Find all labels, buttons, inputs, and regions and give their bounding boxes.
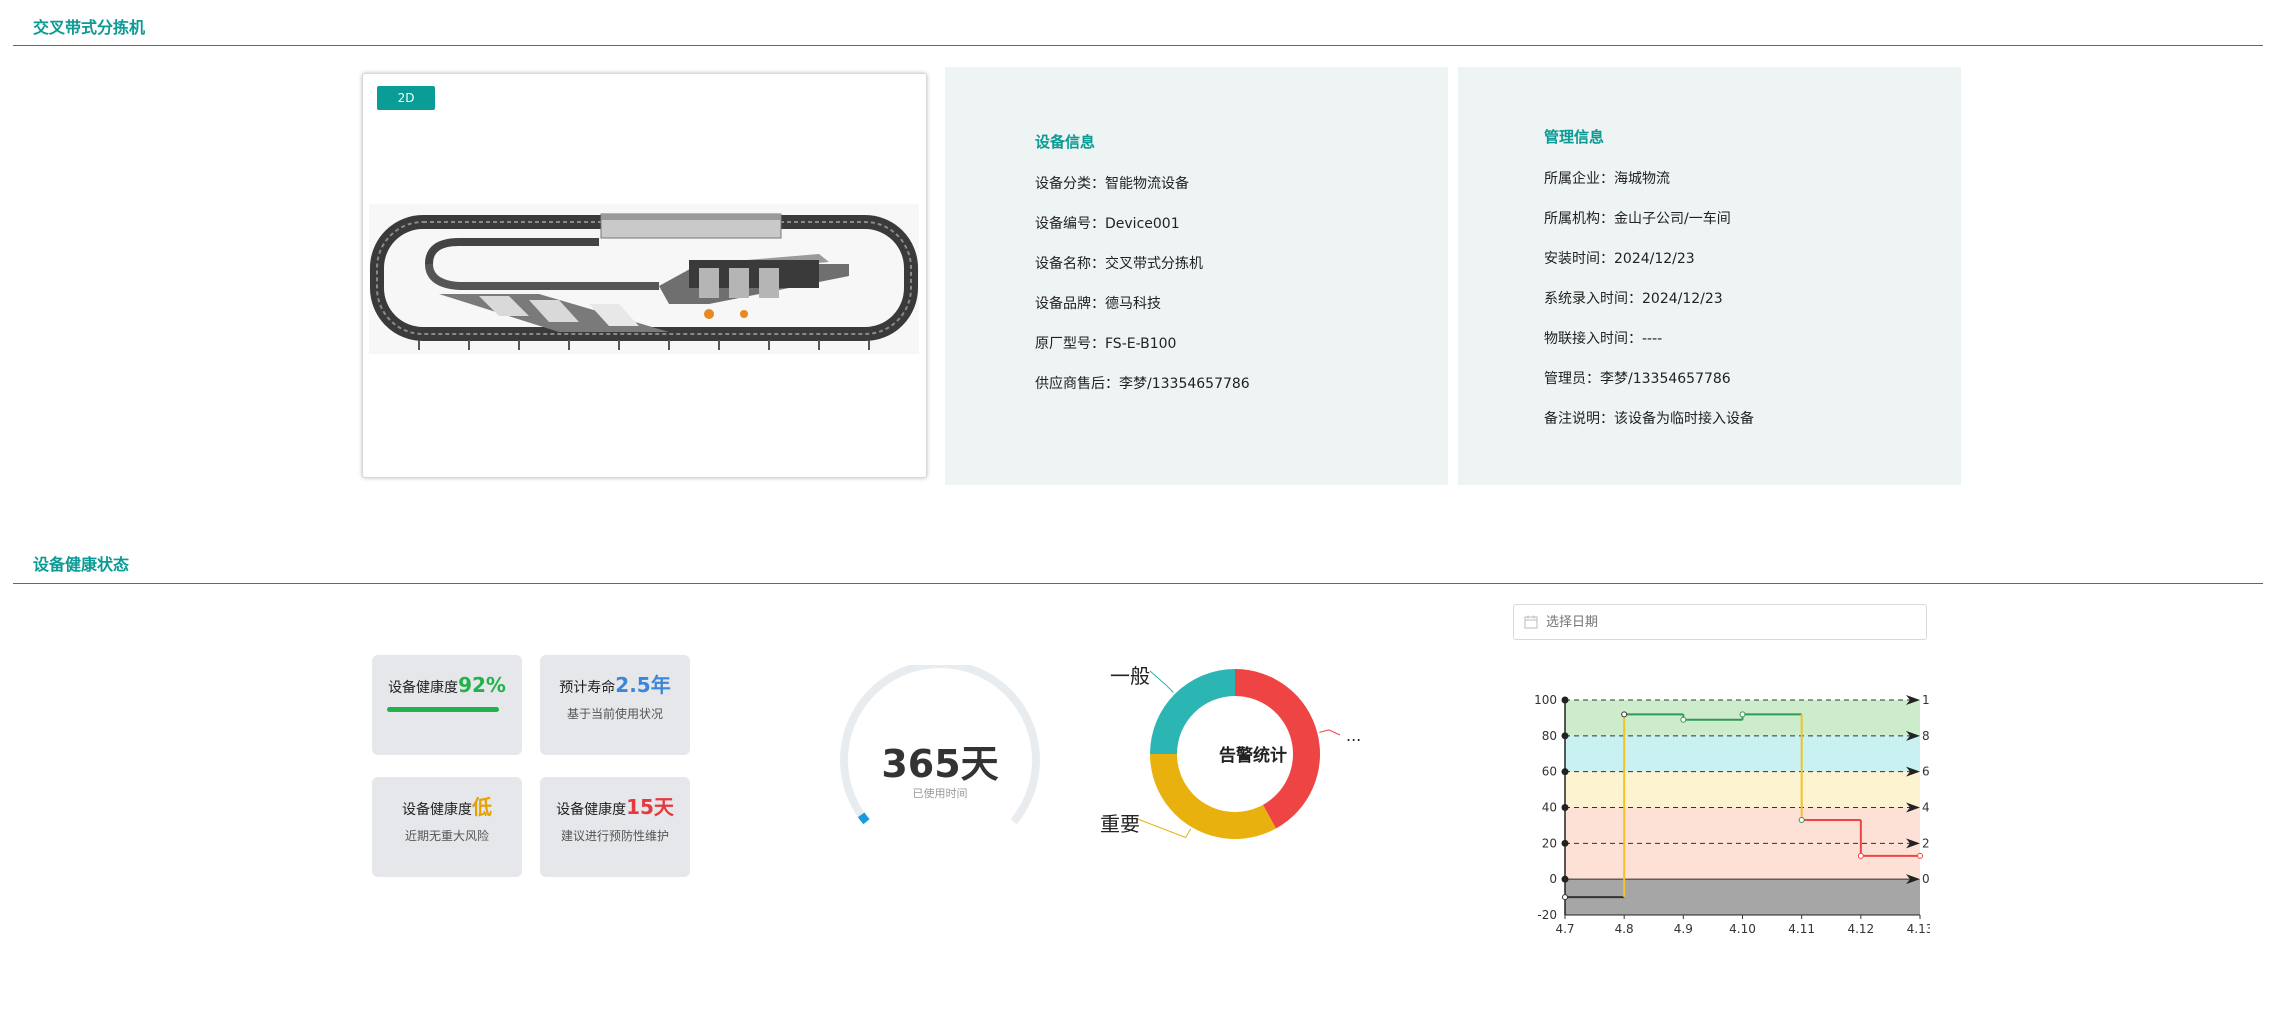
stat-health-label: 设备健康度 [388,680,459,696]
device-info-title: 设备信息 [1035,133,1096,151]
chart-point [1739,711,1746,718]
chart-point [1917,852,1923,859]
stat-card-maintenance: 设备健康度15天 建议进行预防性维护 [540,777,690,877]
chart-right-tick-label: 60 [1922,765,1930,779]
stat-maintenance-value: 15天 [626,795,674,819]
chart-xtick-label: 4.8 [1615,922,1634,936]
chart-xtick-label: 4.13 [1907,922,1930,936]
chart-point [1562,894,1568,901]
management-info-entry-date: 系统录入时间：2024/12/23 [1544,291,1723,307]
chart-xtick-label: 4.12 [1847,922,1874,936]
alarm-legend-general: 一般 [1110,664,1150,688]
management-info-panel: 管理信息 所属企业：海城物流 所属机构：金山子公司/一车间 安装时间：2024/… [1458,67,1961,485]
chart-ytick-label: -20 [1537,908,1557,922]
stat-lifespan-value: 2.5年 [615,673,671,697]
device-info-name: 设备名称：交叉带式分拣机 [1035,256,1203,272]
health-progress-track [387,707,499,712]
device-info-panel: 设备信息 设备分类：智能物流设备 设备编号：Device001 设备名称：交叉带… [945,67,1448,485]
stat-maintenance-sub: 建议进行预防性维护 [560,829,669,843]
management-info-remark: 备注说明：该设备为临时接入设备 [1544,411,1754,427]
page-title: 交叉带式分拣机 [33,18,146,37]
chart-ytick-label: 0 [1549,872,1557,886]
stat-card-health: 设备健康度92% [372,655,522,755]
health-divider [13,583,2263,584]
chart-right-tick-label: 20 [1922,836,1930,850]
stat-health-value: 92% [458,673,506,697]
trend-chart: -20 0 20 40 60 80 100 0 20 40 60 80 10 4.7 4.8 4.9 4.10 4… [1505,680,1937,940]
device-info-supplier: 供应商售后：李梦/13354657786 [1035,376,1250,392]
device-info-brand: 设备品牌：德马科技 [1035,296,1161,312]
chart-right-tick-label: 40 [1922,801,1930,815]
chart-right-tick-label: 10 [1922,693,1930,707]
chart-band [1565,771,1920,808]
usage-gauge-fill [857,812,870,825]
usage-gauge-value: 365天 [881,742,999,786]
stat-risk-label-line: 设备健康度低 [372,791,522,820]
stat-card-lifespan: 预计寿命2.5年 基于当前使用状况 [540,655,690,755]
chart-right-tick-label: 80 [1922,729,1930,743]
chart-ytick-label: 80 [1542,729,1557,743]
device-info-category: 设备分类：智能物流设备 [1035,176,1189,192]
stat-risk-label: 设备健康度 [402,802,472,818]
alarm-donut-leader [1149,670,1174,693]
usage-gauge-label: 已使用时间 [912,787,968,800]
chart-xtick-label: 4.10 [1729,922,1756,936]
stat-card-risk: 设备健康度低 近期无重大风险 [372,777,522,877]
alarm-donut-chart: 告警统计 一般 ... 重要 [1090,650,1380,850]
management-info-title: 管理信息 [1544,128,1605,146]
stat-risk-value: 低 [472,795,492,819]
chart-point [1798,817,1805,824]
date-picker[interactable] [1513,604,1927,640]
chart-point [1680,716,1687,723]
header-divider [13,45,2263,46]
usage-gauge: 365天 已使用时间 [830,660,1050,825]
stat-lifespan-label-line: 预计寿命2.5年 [540,669,690,698]
management-info-install-date: 安装时间：2024/12/23 [1544,251,1695,267]
device-info-number: 设备编号：Device001 [1035,216,1180,232]
view-2d-button[interactable]: 2D [377,86,435,110]
chart-xtick-label: 4.9 [1674,922,1693,936]
device-info-model: 原厂型号：FS-E-B100 [1035,336,1177,352]
date-input[interactable] [1544,606,1888,638]
chart-right-tick-label: 0 [1922,872,1930,886]
stat-lifespan-label: 预计寿命 [559,680,616,696]
stat-health-label-line: 设备健康度92% [372,673,522,697]
chart-xtick-label: 4.7 [1555,922,1574,936]
chart-ytick-label: 20 [1542,836,1557,850]
chart-xtick-label: 4.11 [1788,922,1815,936]
alarm-legend-other: ... [1346,726,1362,745]
calendar-icon [1524,615,1538,629]
device-illustration [369,204,919,354]
device-image-card: 2D [362,73,927,478]
chart-ytick-label: 40 [1542,801,1557,815]
stat-maintenance-label: 设备健康度 [556,802,627,818]
alarm-donut-leader [1319,729,1341,736]
chart-ytick-label: 60 [1542,765,1557,779]
chart-band [1565,735,1920,772]
stat-risk-sub: 近期无重大风险 [404,829,489,843]
alarm-donut-center-label: 告警统计 [1219,746,1287,766]
health-progress-fill [387,707,499,712]
health-section-title: 设备健康状态 [33,555,130,574]
alarm-donut-leader [1134,817,1192,839]
chart-point [1857,852,1864,859]
stat-lifespan-sub: 基于当前使用状况 [566,707,663,721]
management-info-org: 所属机构：金山子公司/一车间 [1544,211,1731,227]
stat-maintenance-label-line: 设备健康度15天 [540,791,690,820]
alarm-legend-important: 重要 [1100,812,1140,836]
management-info-admin: 管理员：李梦/13354657786 [1544,371,1731,387]
trend-chart-svg: -20 0 20 40 60 80 100 0 20 40 60 80 10 4.7 4.8 4.9 4.10 4… [1534,693,1937,936]
chart-point [1621,711,1628,718]
chart-ytick-label: 100 [1534,693,1557,707]
alarm-donut-slice [1150,754,1276,839]
management-info-company: 所属企业：海城物流 [1544,171,1670,187]
management-info-iot-date: 物联接入时间：---- [1544,331,1663,347]
